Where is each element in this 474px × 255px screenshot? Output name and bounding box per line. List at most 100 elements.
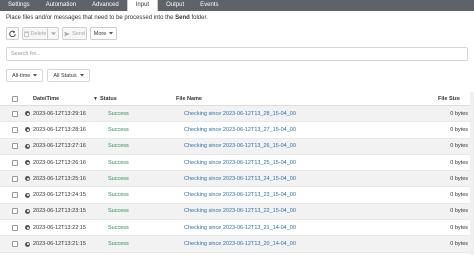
message-type-icon [25,225,30,231]
send-label: Send [72,30,85,37]
row-checkbox[interactable] [12,241,18,248]
column-header-name[interactable]: File Name [176,96,396,102]
message-type-icon [25,192,30,198]
table-row[interactable]: 2023-06-12T13:23:15 Success Checking sin… [0,203,474,221]
row-file-link[interactable]: Checking since 2023-06-12T13_24_15-04_00 [184,176,404,182]
row-file-link[interactable]: Checking since 2023-06-12T13_25_15-04_00 [184,160,404,166]
files-table: Date/Time ▼ Status File Name File Size 2… [0,92,474,253]
tab-settings[interactable]: Settings [0,0,38,11]
row-size: 0 bytes [450,241,468,248]
table-row[interactable]: 2023-06-12T13:26:16 Success Checking sin… [0,155,474,172]
caret-down-icon [50,31,56,35]
row-date: 2023-06-12T13:29:16 [33,110,86,117]
send-folder-name: Send [175,15,190,21]
tab-output[interactable]: Output [158,0,192,11]
message-type-icon [25,143,30,149]
column-header-date[interactable]: Date/Time ▼ [25,96,100,102]
toolbar: Delete Send More [6,27,117,40]
refresh-icon [9,30,16,37]
more-button[interactable]: More [90,27,117,40]
message-type-icon [25,111,30,117]
row-file-link[interactable]: Checking since 2023-06-12T13_22_15-04_00 [184,208,404,214]
row-size: 0 bytes [450,224,468,231]
table-header: Date/Time ▼ Status File Name File Size [0,92,474,106]
send-button[interactable]: Send [62,27,87,40]
row-date: 2023-06-12T13:22:15 [33,224,86,231]
caret-down-icon [109,32,114,35]
row-checkbox[interactable] [12,159,18,166]
tab-bar: Settings Automation Advanced Input Outpu… [0,0,474,11]
delete-button-group: Delete [22,27,59,40]
instructions-text: Place files and/or messages that need to… [6,15,208,21]
row-checkbox[interactable] [12,192,18,199]
row-checkbox[interactable] [12,143,18,150]
table-row[interactable]: 2023-06-12T13:24:15 Success Checking sin… [0,187,474,204]
caret-down-icon [33,74,38,77]
table-row[interactable]: 2023-06-12T13:25:16 Success Checking sin… [0,171,474,188]
table-row[interactable]: 2023-06-12T13:28:16 Success Checking sin… [0,122,474,139]
more-label: More [93,30,107,37]
row-date: 2023-06-12T13:27:16 [33,143,86,150]
delete-dropdown-toggle[interactable] [48,27,59,40]
filter-bar: All-time All Status [6,69,90,82]
table-row[interactable]: 2023-06-12T13:27:16 Success Checking sin… [0,138,474,155]
row-status: Success [108,110,129,117]
row-date: 2023-06-12T13:28:16 [33,126,86,133]
status-filter-label: All Status [53,72,77,79]
row-checkbox[interactable] [12,224,18,231]
refresh-button[interactable] [6,27,19,40]
row-date: 2023-06-12T13:24:15 [33,192,86,199]
instructions-suffix: folder. [189,15,208,21]
row-date: 2023-06-12T13:21:15 [33,241,86,248]
tab-advanced[interactable]: Advanced [84,0,127,11]
row-file-link[interactable]: Checking since 2023-06-12T13_20_14-04_00 [184,241,404,247]
tab-input[interactable]: Input [126,0,159,11]
row-checkbox[interactable] [12,126,18,133]
row-size: 0 bytes [450,208,468,215]
row-checkbox[interactable] [12,110,18,117]
row-status: Success [108,208,129,215]
caret-down-icon [79,74,84,77]
column-header-size[interactable]: File Size [396,96,466,102]
search-input[interactable]: Search for... [6,47,468,61]
row-status: Success [108,126,129,133]
row-file-link[interactable]: Checking since 2023-06-12T13_28_15-04_00 [184,111,404,117]
column-header-status[interactable]: Status [100,96,176,102]
row-size: 0 bytes [450,126,468,133]
row-checkbox[interactable] [12,175,18,182]
time-filter-label: All-time [12,72,31,79]
scrollbar[interactable] [470,92,474,255]
sort-desc-icon: ▼ [93,95,98,102]
table-row[interactable]: 2023-06-12T13:22:15 Success Checking sin… [0,220,474,237]
tab-automation[interactable]: Automation [38,0,84,11]
select-all-checkbox[interactable] [12,95,18,102]
row-status: Success [108,192,129,199]
row-file-link[interactable]: Checking since 2023-06-12T13_26_15-04_00 [184,143,404,149]
table-row[interactable]: 2023-06-12T13:21:15 Success Checking sin… [0,236,474,253]
row-status: Success [108,224,129,231]
instructions-prefix: Place files and/or messages that need to… [6,15,176,21]
row-status: Success [108,175,129,182]
row-checkbox[interactable] [12,208,18,215]
status-filter-dropdown[interactable]: All Status [47,69,90,82]
tab-events[interactable]: Events [192,0,226,11]
row-date: 2023-06-12T13:26:16 [33,159,86,166]
row-size: 0 bytes [450,159,468,166]
row-status: Success [108,143,129,150]
message-type-icon [25,208,30,214]
row-date: 2023-06-12T13:23:15 [33,208,86,215]
row-file-link[interactable]: Checking since 2023-06-12T13_27_15-04_00 [184,127,404,133]
time-filter-dropdown[interactable]: All-time [6,69,44,82]
row-file-link[interactable]: Checking since 2023-06-12T13_23_15-04_00 [184,192,404,198]
message-type-icon [25,127,30,133]
message-type-icon [25,241,30,247]
send-icon [64,31,71,36]
delete-button[interactable]: Delete [22,27,48,40]
row-size: 0 bytes [450,143,468,150]
table-row[interactable]: 2023-06-12T13:29:16 Success Checking sin… [0,106,474,123]
message-type-icon [25,176,30,182]
row-status: Success [108,159,129,166]
trash-icon [23,31,29,37]
message-type-icon [25,160,30,166]
row-file-link[interactable]: Checking since 2023-06-12T13_21_14-04_00 [184,225,404,231]
